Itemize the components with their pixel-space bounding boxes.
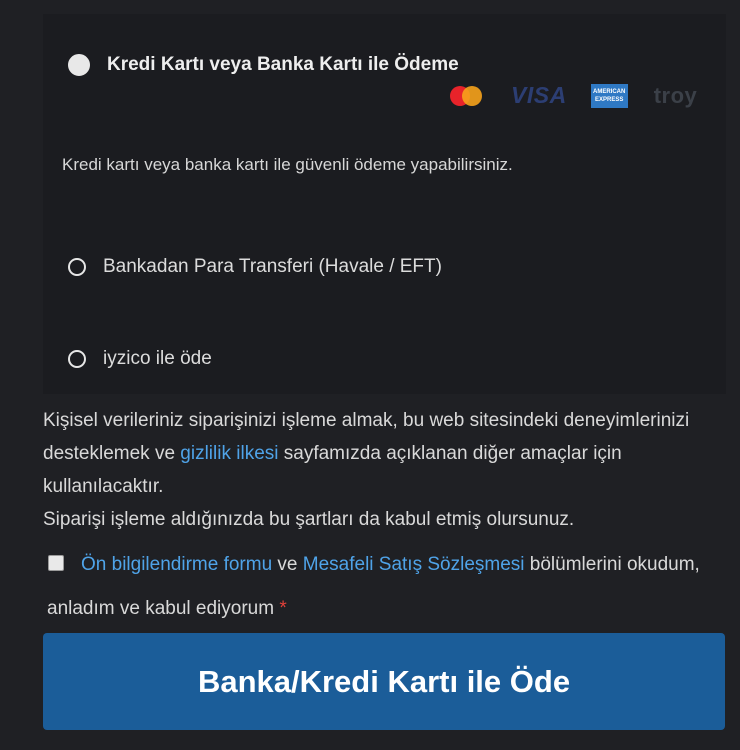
terms-agreement: Ön bilgilendirme formu ve Mesafeli Satış… bbox=[47, 554, 700, 619]
pay-with-card-button[interactable]: Banka/Kredi Kartı ile Öde bbox=[43, 633, 725, 730]
iyzico-label[interactable]: iyzico ile öde bbox=[103, 348, 212, 370]
mastercard-logo bbox=[449, 85, 483, 107]
troy-logo: troy bbox=[653, 82, 698, 108]
privacy-consent-text: Siparişi işleme aldığınızda bu şartları … bbox=[43, 509, 575, 530]
required-marker: * bbox=[279, 598, 287, 619]
amex-logo: AMERICAN EXPRESS bbox=[590, 83, 628, 108]
iyzico-radio[interactable] bbox=[68, 350, 86, 368]
card-option-description: Kredi kartı veya banka kartı ile güvenli… bbox=[62, 155, 513, 174]
privacy-policy-link[interactable]: gizlilik ilkesi bbox=[180, 443, 278, 464]
privacy-notice: Kişisel verileriniz siparişinizi işleme … bbox=[43, 410, 690, 530]
distance-sales-contract-link[interactable]: Mesafeli Satış Sözleşmesi bbox=[303, 554, 525, 575]
payment-option-card[interactable]: Kredi Kartı veya Banka Kartı ile Ödeme bbox=[68, 54, 459, 76]
pre-information-form-link[interactable]: Ön bilgilendirme formu bbox=[81, 554, 272, 575]
terms-checkbox[interactable] bbox=[48, 555, 64, 571]
card-logos: VISA AMERICAN EXPRESS troy bbox=[449, 82, 697, 109]
card-option-label[interactable]: Kredi Kartı veya Banka Kartı ile Ödeme bbox=[107, 54, 459, 76]
bank-transfer-label[interactable]: Bankadan Para Transferi (Havale / EFT) bbox=[103, 256, 442, 278]
card-radio[interactable] bbox=[68, 54, 90, 76]
bank-transfer-radio[interactable] bbox=[68, 258, 86, 276]
payment-option-iyzico[interactable]: iyzico ile öde bbox=[68, 348, 212, 370]
payment-option-bank-transfer[interactable]: Bankadan Para Transferi (Havale / EFT) bbox=[68, 256, 442, 278]
visa-logo: VISA bbox=[511, 82, 567, 108]
